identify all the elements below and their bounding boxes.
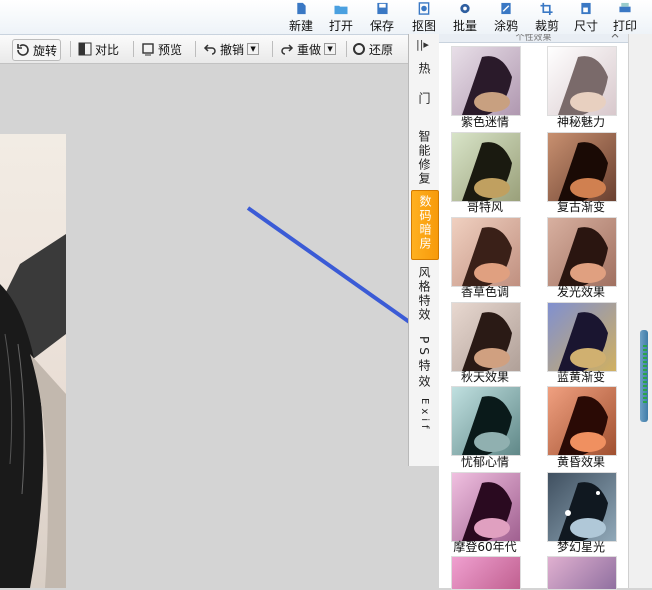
redo-icon <box>281 44 294 55</box>
effect-label: 复古渐变 <box>556 200 605 214</box>
effect-thumb-purple-passion[interactable] <box>451 46 521 116</box>
tab-smart-repair[interactable]: 智能修复 <box>411 130 437 186</box>
size-button[interactable]: 尺寸 <box>571 0 601 34</box>
effect-label: 发光效果 <box>556 285 605 299</box>
compare-button[interactable]: 对比 <box>78 39 119 59</box>
effect-thumb-autumn[interactable] <box>451 302 521 372</box>
close-icon[interactable]: × <box>610 34 620 40</box>
rotate-icon <box>17 44 29 56</box>
effect-thumb-partial[interactable] <box>451 556 521 590</box>
thumb-image <box>462 227 512 286</box>
toolbar-divider <box>70 41 71 57</box>
panel-header: 个性效果 × <box>439 34 628 43</box>
thumb-image <box>462 482 512 541</box>
edit-toolbar: 旋转 对比 预览 撤销 ▼ 重做 ▼ 还原 <box>0 35 408 64</box>
restore-button[interactable]: 还原 <box>352 39 393 59</box>
effect-thumb-dreamy-stars[interactable] <box>547 472 617 542</box>
preview-button[interactable]: 预览 <box>141 39 182 59</box>
open-button[interactable]: 打开 <box>326 0 356 34</box>
new-file-icon <box>297 2 306 15</box>
print-button[interactable]: 打印 <box>610 0 640 34</box>
undo-button[interactable]: 撤销 ▼ <box>203 39 260 59</box>
effect-label: 摩登60年代 <box>453 540 517 554</box>
doodle-button[interactable]: 涂鸦 <box>491 0 521 34</box>
disk-icon <box>377 2 388 15</box>
effect-label: 香草色调 <box>460 285 509 299</box>
crop-icon <box>540 2 553 15</box>
thumb-image <box>462 396 512 455</box>
effect-thumb-dusk[interactable] <box>547 386 617 456</box>
printer-icon <box>619 2 631 13</box>
pen-icon <box>501 2 511 15</box>
thumb-image <box>558 312 608 371</box>
toolbar-divider <box>346 41 347 57</box>
effect-label: 哥特风 <box>466 200 503 214</box>
scrollbar-grip <box>643 345 647 405</box>
cutout-button[interactable]: 抠图 <box>409 0 439 34</box>
effect-thumb-retro-gradient[interactable] <box>547 132 617 202</box>
category-tab-strip: ||▸ 热门 智能修复 数码暗房 风格特效 PS特效 Exif <box>408 34 440 466</box>
thumb-image <box>462 142 512 201</box>
effect-label: 黄昏效果 <box>556 455 605 469</box>
effect-label: 蓝黄渐变 <box>556 370 605 384</box>
photo-content <box>0 234 66 588</box>
new-button[interactable]: 新建 <box>286 0 316 34</box>
thumb-image <box>558 396 608 455</box>
effect-thumb-melancholy[interactable] <box>451 386 521 456</box>
resize-icon <box>581 2 591 15</box>
effect-label: 忧郁心情 <box>460 455 509 469</box>
rotate-button[interactable]: 旋转 <box>12 39 62 61</box>
undo-dropdown[interactable]: ▼ <box>247 43 260 55</box>
batch-button[interactable]: 批量 <box>450 0 480 34</box>
tab-exif[interactable]: Exif <box>411 398 437 433</box>
effect-label: 神秘魅力 <box>556 115 605 129</box>
tab-ps-effects[interactable]: PS特效 <box>411 336 437 391</box>
thumb-image <box>558 482 608 541</box>
gear-icon <box>460 3 470 14</box>
cutout-icon <box>418 2 430 15</box>
compare-icon <box>78 42 92 56</box>
effect-thumb-gothic[interactable] <box>451 132 521 202</box>
photo-preview <box>0 134 66 588</box>
effect-thumb-blue-yellow[interactable] <box>547 302 617 372</box>
panel-scrollbar[interactable] <box>628 34 652 588</box>
effect-thumb-mystic-charm[interactable] <box>547 46 617 116</box>
preview-icon <box>142 43 154 56</box>
redo-button[interactable]: 重做 ▼ <box>280 39 337 59</box>
crop-button[interactable]: 裁剪 <box>532 0 562 34</box>
effect-label: 紫色迷情 <box>460 115 509 129</box>
effect-thumb-partial[interactable] <box>547 556 617 590</box>
collapse-panel-icon[interactable]: ||▸ <box>416 38 429 51</box>
folder-icon <box>334 5 348 15</box>
toolbar-divider <box>133 41 134 57</box>
effects-panel: 个性效果 × 紫色迷情 神秘魅力 哥特风 复古渐变 香草色调 发光效果 秋天效果… <box>439 34 628 590</box>
effect-thumb-modern-60s[interactable] <box>451 472 521 542</box>
toolbar-divider <box>272 41 273 57</box>
tab-digital-darkroom[interactable]: 数码暗房 <box>411 190 439 260</box>
redo-dropdown[interactable]: ▼ <box>324 43 337 55</box>
effect-thumb-vanilla-tone[interactable] <box>451 217 521 287</box>
effect-label: 秋天效果 <box>460 370 509 384</box>
toolbar-divider <box>195 41 196 57</box>
undo-icon <box>203 44 216 55</box>
thumb-image <box>558 142 608 201</box>
save-button[interactable]: 保存 <box>367 0 397 34</box>
tab-style-effects[interactable]: 风格特效 <box>411 266 437 322</box>
restore-icon <box>353 43 365 55</box>
thumb-image <box>462 56 512 115</box>
tab-hot[interactable]: 热门 <box>411 62 437 122</box>
thumb-image <box>558 227 608 286</box>
thumb-image <box>558 56 608 115</box>
effect-label: 梦幻星光 <box>556 540 605 554</box>
thumb-image <box>462 312 512 371</box>
effect-thumb-glow[interactable] <box>547 217 617 287</box>
top-menu-bar: 新建 打开 保存 抠图 批量 涂鸦 裁剪 尺寸 打印 <box>0 0 652 35</box>
